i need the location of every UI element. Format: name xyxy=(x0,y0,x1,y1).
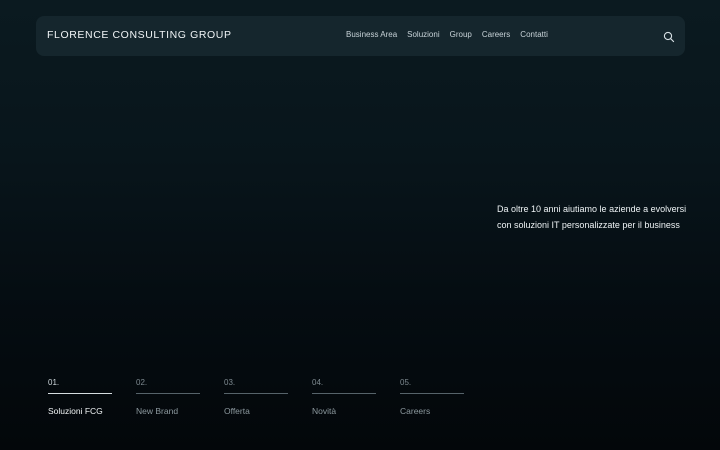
step-progress-line xyxy=(48,393,112,394)
nav-item-business-area[interactable]: Business Area xyxy=(346,30,397,39)
step-progress-line xyxy=(136,393,200,394)
step-label: Novità xyxy=(312,406,337,416)
search-button[interactable] xyxy=(663,30,675,43)
nav-item-contatti[interactable]: Contatti xyxy=(520,30,548,39)
step-novita[interactable]: 04. Novità xyxy=(312,378,376,416)
step-number: 02. xyxy=(136,378,148,387)
nav-item-group[interactable]: Group xyxy=(450,30,472,39)
brand-logo[interactable]: FLORENCE CONSULTING GROUP xyxy=(47,29,232,41)
hero-tagline: Da oltre 10 anni aiutiamo le aziende a e… xyxy=(497,204,687,230)
step-number: 05. xyxy=(400,378,412,387)
top-navbar: FLORENCE CONSULTING GROUP Business Area … xyxy=(36,16,685,56)
step-careers[interactable]: 05. Careers xyxy=(400,378,464,416)
step-number: 03. xyxy=(224,378,236,387)
main-nav: Business Area Soluzioni Group Careers Co… xyxy=(346,30,548,39)
step-label: Offerta xyxy=(224,406,250,416)
nav-item-soluzioni[interactable]: Soluzioni xyxy=(407,30,439,39)
step-number: 01. xyxy=(48,378,60,387)
step-label: Soluzioni FCG xyxy=(48,406,103,416)
section-steps: 01. Soluzioni FCG 02. New Brand 03. Offe… xyxy=(48,378,464,416)
step-progress-line xyxy=(312,393,376,394)
nav-item-careers[interactable]: Careers xyxy=(482,30,510,39)
step-new-brand[interactable]: 02. New Brand xyxy=(136,378,200,416)
step-label: Careers xyxy=(400,406,431,416)
step-number: 04. xyxy=(312,378,324,387)
step-progress-line xyxy=(400,393,464,394)
step-label: New Brand xyxy=(136,406,179,416)
step-offerta[interactable]: 03. Offerta xyxy=(224,378,288,416)
step-soluzioni-fcg[interactable]: 01. Soluzioni FCG xyxy=(48,378,112,416)
search-icon xyxy=(663,31,675,43)
step-progress-line xyxy=(224,393,288,394)
